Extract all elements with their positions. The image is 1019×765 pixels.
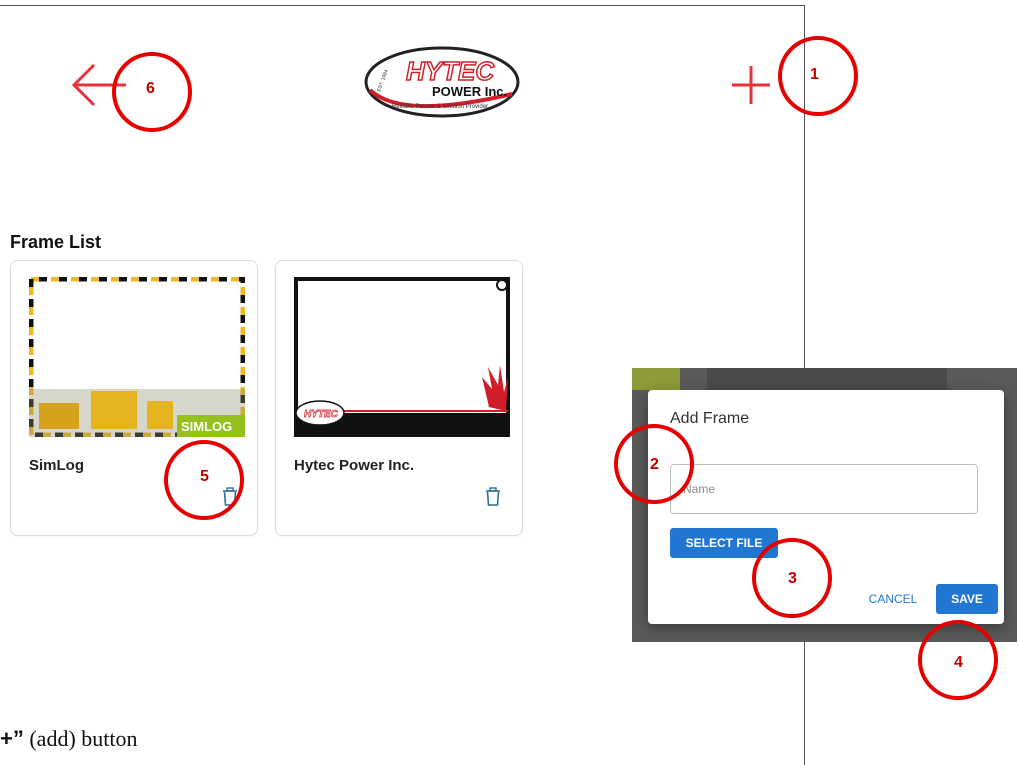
svg-text:HYTEC: HYTEC	[304, 409, 339, 420]
caption-text: +” (add) button	[0, 726, 138, 752]
dimmed-background	[632, 368, 680, 390]
callout-number-5: 5	[200, 468, 209, 485]
add-plus-icon[interactable]	[730, 64, 772, 106]
delete-trash-icon[interactable]	[484, 487, 502, 507]
caption-prefix: +”	[0, 726, 24, 751]
name-input[interactable]	[670, 464, 978, 514]
callout-number-1: 1	[810, 66, 819, 83]
frame-card-hytec[interactable]: HYTEC Hytec Power Inc.	[275, 260, 523, 536]
dialog-title: Add Frame	[670, 410, 750, 427]
frame-thumbnail: HYTEC	[294, 277, 510, 437]
hytec-logo: HYTEC POWER Inc. Reliable Partner & Solu…	[364, 46, 520, 118]
callout-number-3: 3	[788, 570, 797, 587]
callout-number-4: 4	[954, 654, 963, 671]
svg-text:EST. 1984: EST. 1984	[376, 69, 390, 93]
caption-label: (add) button	[23, 726, 138, 751]
cancel-button[interactable]: CANCEL	[860, 584, 926, 614]
svg-text:HYTEC: HYTEC	[406, 56, 495, 86]
svg-text:SIMLOG: SIMLOG	[181, 419, 232, 434]
dimmed-background	[707, 368, 947, 390]
svg-text:Reliable Partner & Solution Pr: Reliable Partner & Solution Provider	[392, 104, 488, 110]
frame-name: SimLog	[29, 457, 84, 474]
svg-text:POWER Inc.: POWER Inc.	[432, 84, 507, 99]
callout-number-2: 2	[650, 456, 659, 473]
frame-name: Hytec Power Inc.	[294, 457, 415, 474]
save-button[interactable]: SAVE	[936, 584, 998, 614]
frame-thumbnail: SIMLOG	[29, 277, 245, 437]
callout-number-6: 6	[146, 80, 155, 97]
frame-list-title: Frame List	[10, 232, 102, 252]
